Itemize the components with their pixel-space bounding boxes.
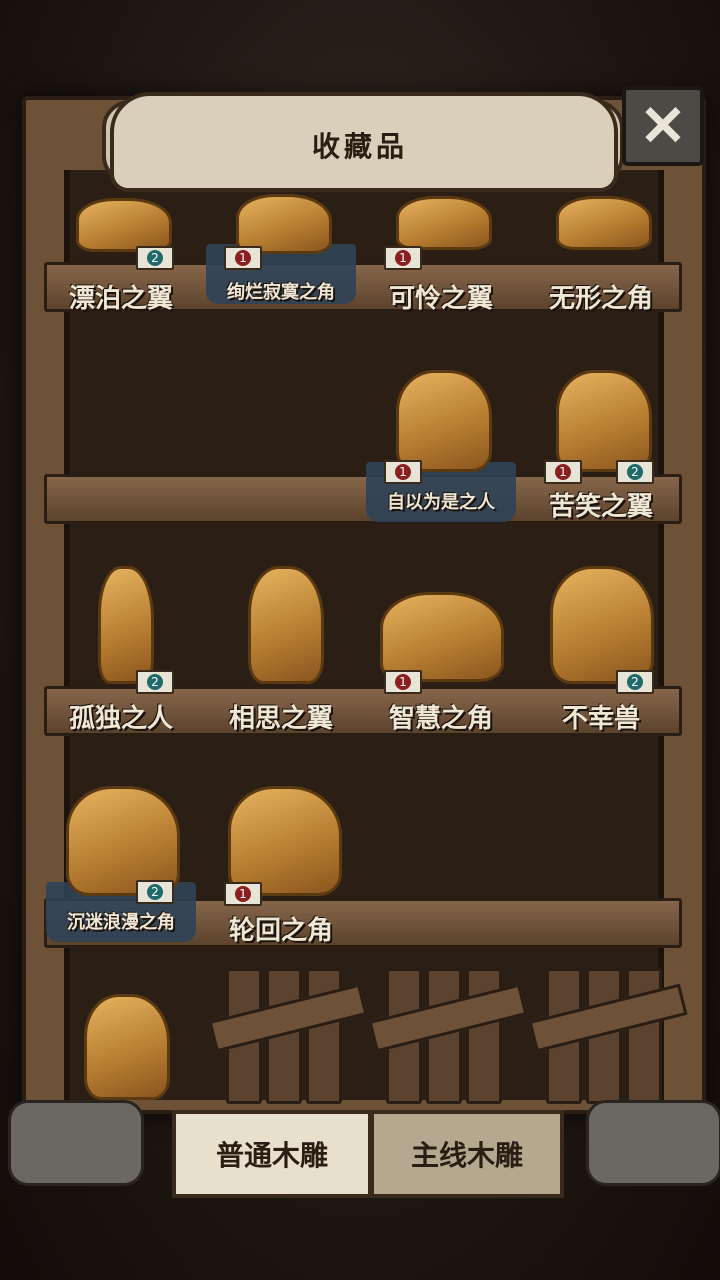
page-title: 收藏品 — [311, 130, 408, 163]
item-label: 无形之角 — [548, 284, 653, 314]
wooden-carving-icon — [380, 592, 504, 682]
collectible-item[interactable]: 1 轮回之角 — [206, 786, 356, 946]
tab-main-carvings[interactable]: 主线木雕 — [370, 1110, 564, 1198]
item-label: 孤独之人 — [68, 704, 173, 734]
item-label: 相思之翼 — [228, 704, 333, 734]
collectible-item[interactable]: 2 沉迷浪漫之角 — [46, 786, 196, 942]
wooden-carving-icon — [98, 566, 154, 684]
item-label: 漂泊之翼 — [68, 284, 173, 314]
count-badge: 1 — [384, 460, 422, 484]
wooden-carving-icon — [248, 566, 324, 684]
wooden-carving-icon — [556, 196, 652, 250]
locked-slot — [368, 962, 528, 1104]
collectible-item[interactable]: 1 自以为是之人 — [366, 366, 516, 522]
item-label: 智慧之角 — [388, 704, 493, 734]
collectible-item[interactable]: 1 2 苦笑之翼 — [526, 366, 676, 522]
item-label: 轮回之角 — [228, 916, 333, 946]
item-label: 可怜之翼 — [388, 284, 493, 314]
count-badge: 2 — [616, 670, 654, 694]
locked-slot — [208, 962, 368, 1104]
wooden-carving-icon — [228, 786, 342, 896]
locked-slot — [528, 962, 688, 1104]
wooden-carving-icon — [236, 194, 332, 254]
item-label: 不幸兽 — [561, 704, 640, 734]
collectible-item[interactable]: 2 不幸兽 — [526, 566, 676, 734]
item-label: 苦笑之翼 — [548, 492, 653, 522]
collectible-item[interactable]: 相思之翼 — [206, 566, 356, 734]
wooden-carving-icon — [396, 196, 492, 250]
count-badge: 1 — [384, 246, 422, 270]
collectible-item[interactable]: 1 可怜之翼 — [366, 190, 516, 320]
collectible-item[interactable]: 2 漂泊之翼 — [46, 190, 196, 320]
item-label: 自以为是之人 — [387, 492, 495, 513]
collectible-item[interactable]: 1 智慧之角 — [366, 566, 516, 734]
count-badge: 1 — [544, 460, 582, 484]
item-label: 沉迷浪漫之角 — [67, 912, 175, 933]
count-badge: 2 — [136, 880, 174, 904]
tab-normal-carvings[interactable]: 普通木雕 — [172, 1110, 372, 1198]
close-button[interactable]: ✕ — [622, 86, 704, 166]
count-badge: 1 — [384, 670, 422, 694]
tab-label: 普通木雕 — [215, 1139, 328, 1172]
collectible-item[interactable]: 2 孤独之人 — [46, 566, 196, 734]
count-badge: 2 — [136, 246, 174, 270]
wooden-carving-icon — [550, 566, 654, 684]
rock-decoration — [586, 1100, 720, 1186]
collectible-item[interactable]: 1 绚烂寂寞之角 — [206, 190, 356, 320]
count-badge: 1 — [224, 882, 262, 906]
collectible-item[interactable]: 无形之角 — [526, 190, 676, 320]
count-badge: 2 — [616, 460, 654, 484]
wooden-carving-icon — [84, 994, 170, 1100]
rock-decoration — [8, 1100, 144, 1186]
count-badge: 1 — [224, 246, 262, 270]
count-badge: 2 — [136, 670, 174, 694]
wooden-carving-icon — [396, 370, 492, 472]
wooden-carving-icon — [76, 198, 172, 252]
close-icon: ✕ — [639, 93, 687, 159]
tab-label: 主线木雕 — [410, 1139, 523, 1172]
wooden-carving-icon — [556, 370, 652, 472]
item-label: 绚烂寂寞之角 — [227, 282, 335, 303]
